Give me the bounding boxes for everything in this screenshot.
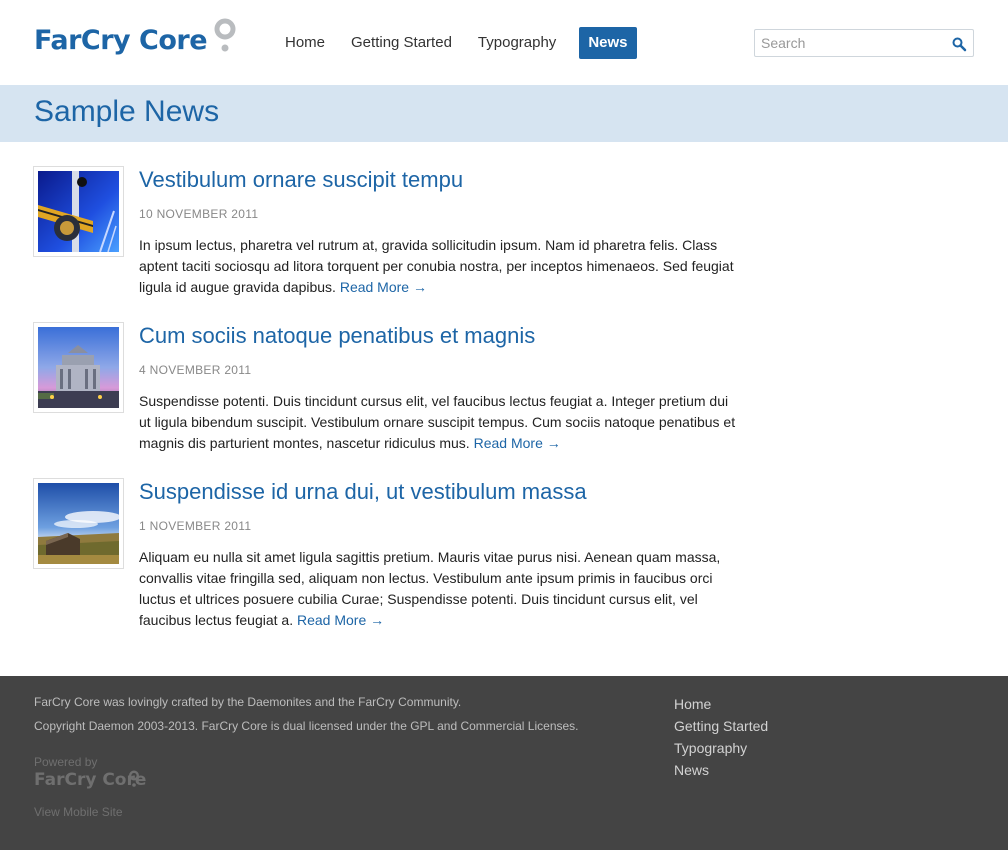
nav-item-typography[interactable]: Typography bbox=[469, 27, 565, 59]
news-summary: Suspendisse potenti. Duis tincidunt curs… bbox=[139, 391, 739, 454]
news-summary: In ipsum lectus, pharetra vel rutrum at,… bbox=[139, 235, 739, 298]
news-date: 10 NOVEMBER 2011 bbox=[139, 207, 259, 221]
abstract-blue-photo-icon bbox=[38, 171, 119, 252]
news-title-link[interactable]: Cum sociis natoque penatibus et magnis bbox=[139, 323, 535, 349]
news-summary-text: Aliquam eu nulla sit amet ligula sagitti… bbox=[139, 549, 721, 628]
main-nav: Home Getting Started Typography News bbox=[276, 27, 645, 59]
search-input[interactable] bbox=[755, 30, 945, 56]
footer-nav-news[interactable]: News bbox=[674, 759, 768, 781]
monument-dusk-photo-icon bbox=[38, 327, 119, 408]
news-date: 1 NOVEMBER 2011 bbox=[139, 519, 252, 533]
site-header: FarCry Core Home Getting Started Typogra… bbox=[0, 0, 1008, 85]
nav-item-home[interactable]: Home bbox=[276, 27, 334, 59]
news-date: 4 NOVEMBER 2011 bbox=[139, 363, 252, 377]
footer-nav: Home Getting Started Typography News bbox=[674, 693, 768, 781]
read-more-link[interactable]: Read More → bbox=[340, 279, 427, 295]
news-thumbnail[interactable] bbox=[33, 322, 124, 413]
search-icon[interactable] bbox=[951, 36, 967, 52]
read-more-link[interactable]: Read More → bbox=[297, 612, 384, 628]
footer-nav-getting-started[interactable]: Getting Started bbox=[674, 715, 768, 737]
search-box bbox=[754, 29, 974, 57]
logo-text: FarCry Core bbox=[34, 25, 208, 56]
news-title-link[interactable]: Vestibulum ornare suscipit tempu bbox=[139, 167, 463, 193]
title-band: Sample News bbox=[0, 85, 1008, 142]
field-sky-photo-icon bbox=[38, 483, 119, 564]
nav-item-news[interactable]: News bbox=[579, 27, 637, 59]
footer-copyright: Copyright Daemon 2003-2013. FarCry Core … bbox=[34, 719, 579, 733]
footer-nav-typography[interactable]: Typography bbox=[674, 737, 768, 759]
footer-credit: FarCry Core was lovingly crafted by the … bbox=[34, 695, 462, 709]
read-more-link[interactable]: Read More → bbox=[474, 435, 561, 451]
news-summary-text: In ipsum lectus, pharetra vel rutrum at,… bbox=[139, 237, 734, 295]
news-thumbnail[interactable] bbox=[33, 478, 124, 569]
news-title-link[interactable]: Suspendisse id urna dui, ut vestibulum m… bbox=[139, 479, 587, 505]
site-footer: FarCry Core was lovingly crafted by the … bbox=[0, 676, 1008, 850]
powered-by-label: Powered by bbox=[34, 755, 98, 769]
news-thumbnail[interactable] bbox=[33, 166, 124, 257]
footer-nav-home[interactable]: Home bbox=[674, 693, 768, 715]
page-title: Sample News bbox=[34, 95, 220, 128]
footer-logo-mark-icon bbox=[129, 770, 139, 787]
news-summary: Aliquam eu nulla sit amet ligula sagitti… bbox=[139, 547, 739, 631]
view-mobile-site-link[interactable]: View Mobile Site bbox=[34, 805, 123, 819]
news-summary-text: Suspendisse potenti. Duis tincidunt curs… bbox=[139, 393, 736, 451]
logo-mark-icon bbox=[214, 18, 236, 52]
nav-item-getting-started[interactable]: Getting Started bbox=[342, 27, 461, 59]
